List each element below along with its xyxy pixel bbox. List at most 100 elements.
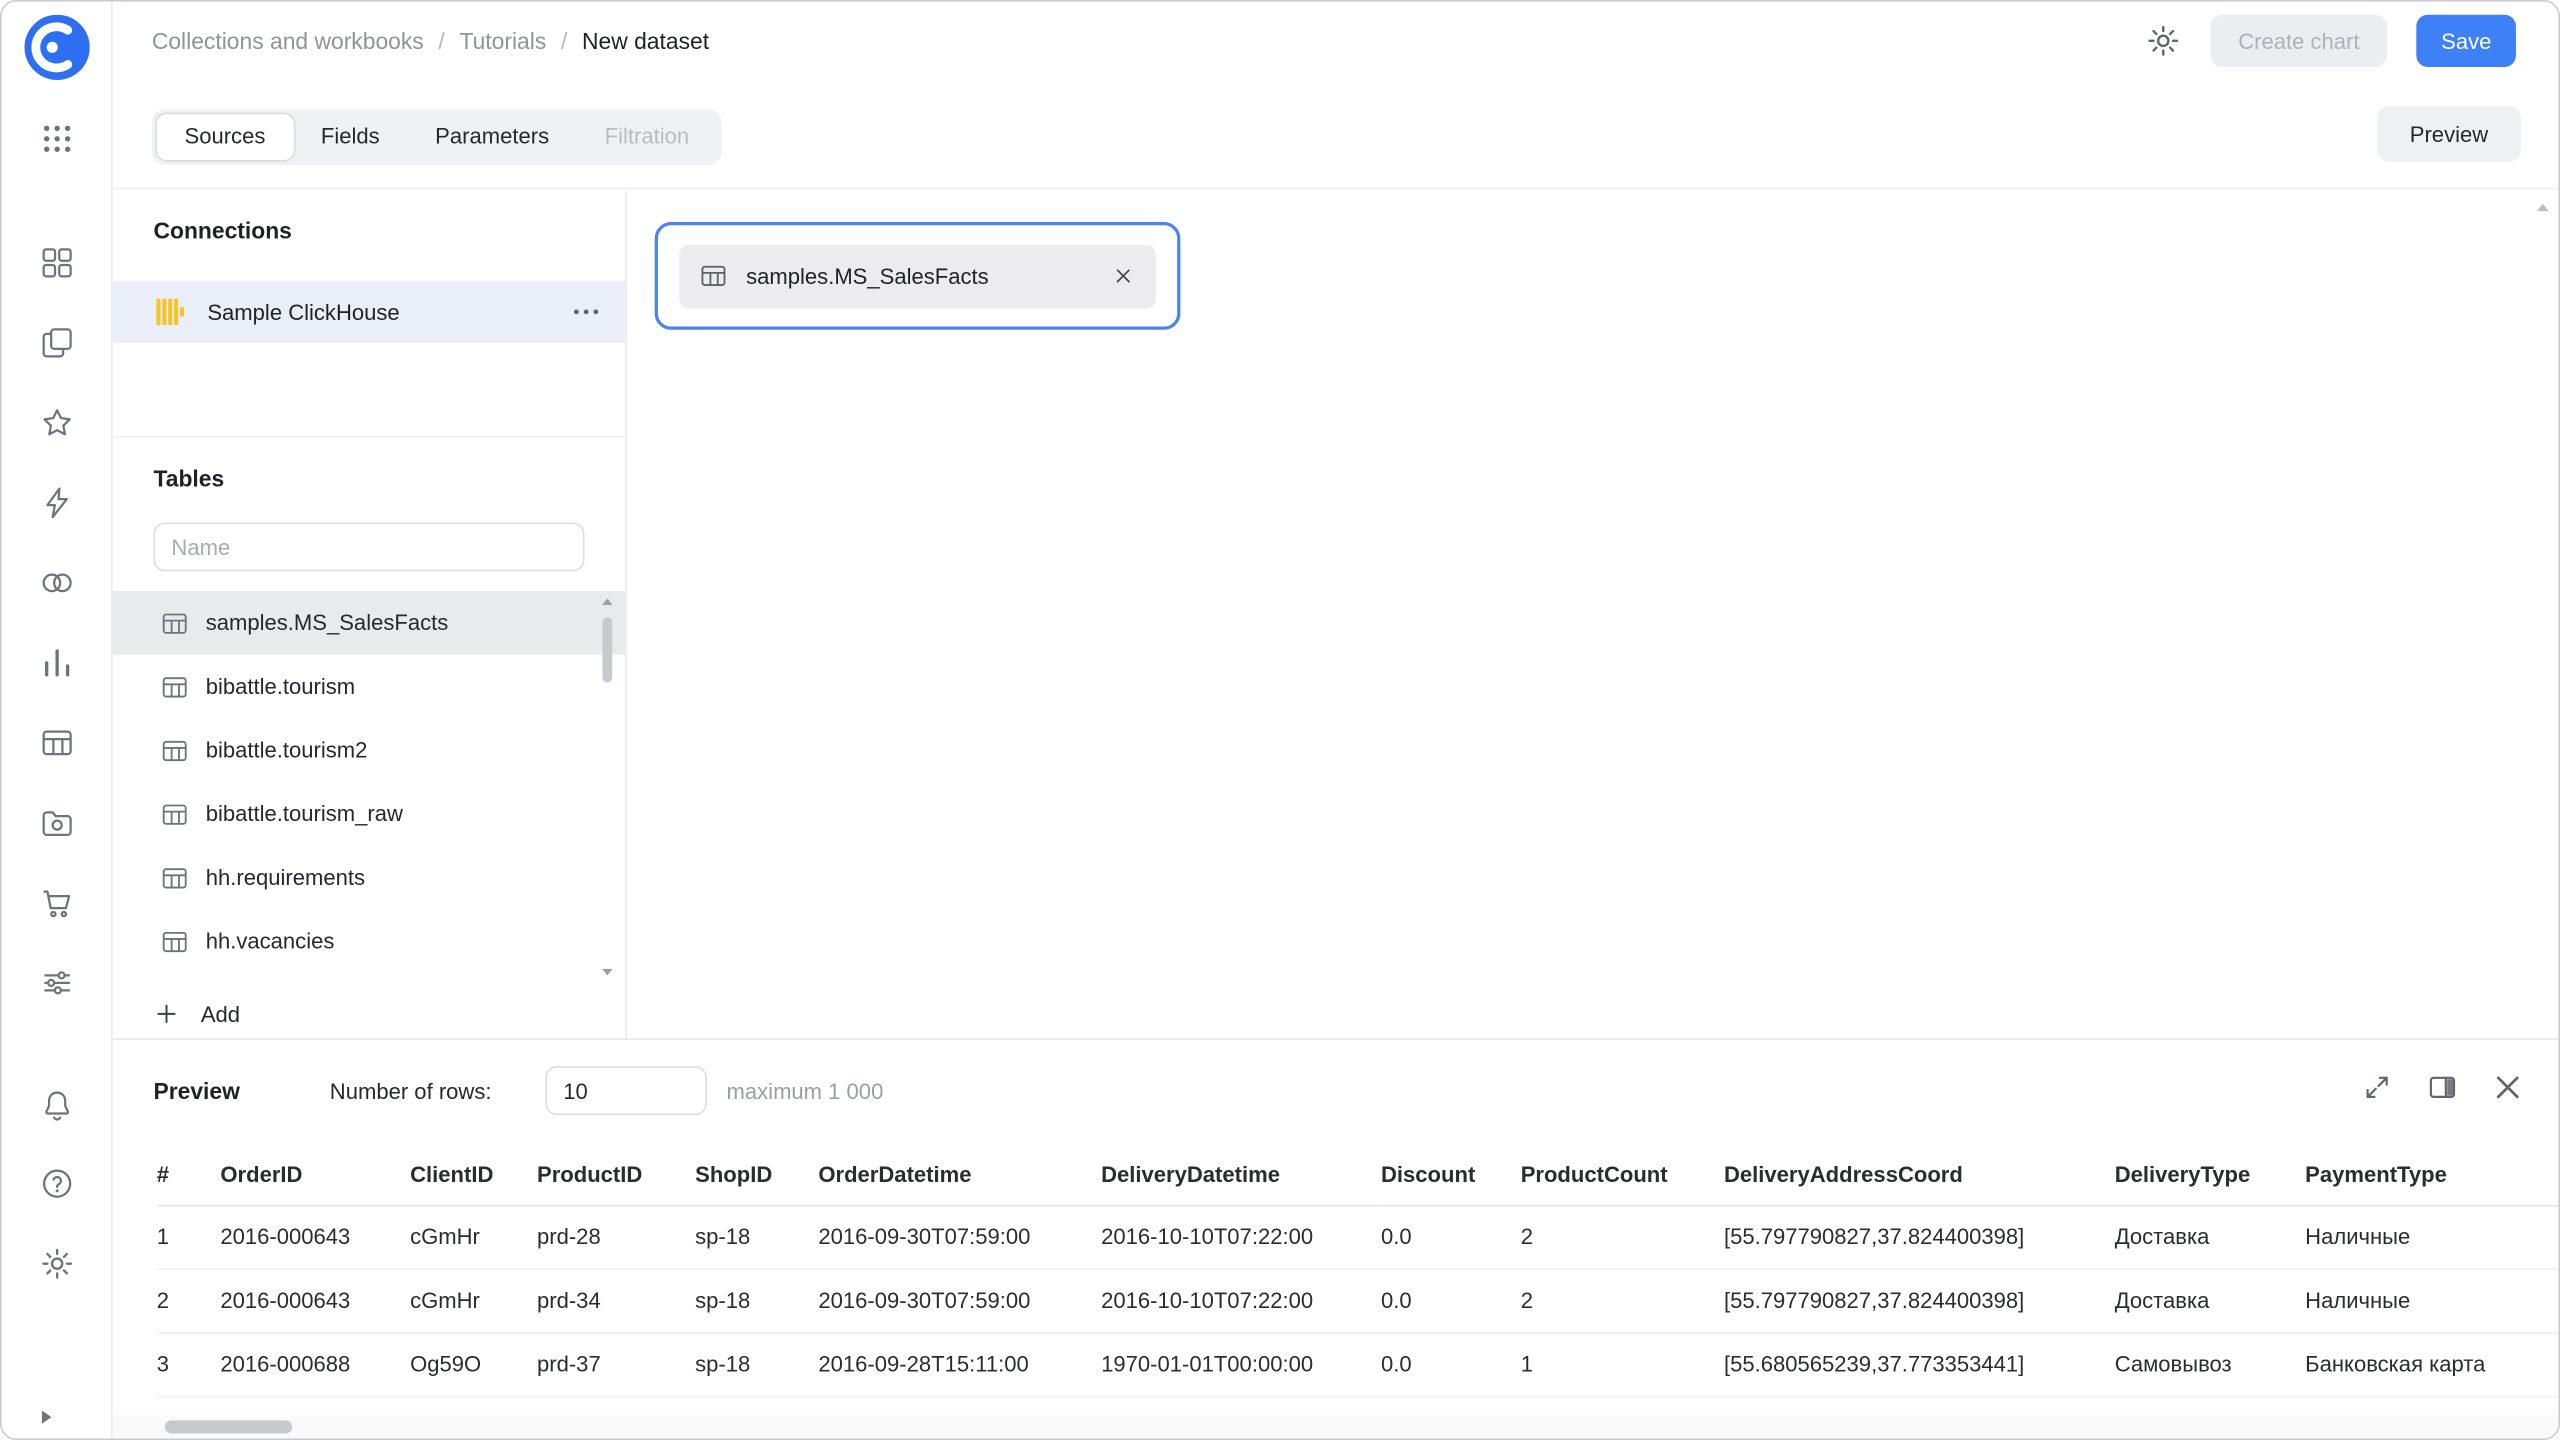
- horizontal-scrollbar[interactable]: [113, 1416, 2559, 1439]
- tabs-bar: Sources Fields Parameters Filtration Pre…: [113, 80, 2559, 189]
- table-cell: 2016-000643: [220, 1205, 410, 1269]
- table-cell: 2016-10-10T07:22:00: [1101, 1205, 1381, 1269]
- table-icon: [699, 261, 728, 290]
- table-cell: 2016-09-28T15:11:00: [818, 1332, 1101, 1396]
- table-cell: prd-37: [537, 1332, 695, 1396]
- number-of-rows-label: Number of rows:: [330, 1079, 492, 1103]
- table-row: 2 2016-000643 cGmHr prd-34 sp-18 2016-09…: [157, 1269, 2559, 1333]
- column-header: PaymentType: [2305, 1144, 2558, 1204]
- breadcrumb-separator: /: [561, 28, 567, 54]
- sources-canvas: samples.MS_SalesFacts: [629, 191, 2559, 1038]
- settings-sliders-icon[interactable]: [39, 965, 75, 1001]
- plus-icon: [153, 1001, 179, 1027]
- preview-table: # OrderID ClientID ProductID ShopID Orde…: [157, 1144, 2559, 1396]
- dataset-settings-gear-icon[interactable]: [2145, 23, 2181, 59]
- column-header: DeliveryDatetime: [1101, 1144, 1381, 1204]
- connection-menu-icon[interactable]: [568, 294, 604, 330]
- services-icon[interactable]: [39, 565, 75, 601]
- table-cell: 2: [1521, 1269, 1724, 1333]
- table-icon: [160, 927, 189, 956]
- breadcrumb: Collections and workbooks / Tutorials / …: [152, 2, 709, 80]
- table-name: samples.MS_SalesFacts: [206, 611, 449, 635]
- table-cell: [55.680565239,37.773353441]: [1724, 1332, 2115, 1396]
- table-name: bibattle.tourism: [206, 674, 355, 698]
- column-header: DeliveryAddressCoord: [1724, 1144, 2115, 1204]
- dataset-tabs: Sources Fields Parameters Filtration: [152, 109, 722, 165]
- table-list-item[interactable]: bibattle.tourism: [113, 655, 626, 719]
- table-cell: 0.0: [1381, 1332, 1521, 1396]
- rows-count-input[interactable]: [545, 1066, 707, 1115]
- scroll-down-icon[interactable]: [601, 965, 614, 978]
- table-row: 3 2016-000688 Og59O prd-37 sp-18 2016-09…: [157, 1332, 2559, 1396]
- save-button[interactable]: Save: [2417, 15, 2516, 67]
- table-cell: Наличные: [2305, 1269, 2558, 1333]
- gear-icon[interactable]: [39, 1246, 75, 1282]
- table-cell: 0.0: [1381, 1269, 1521, 1333]
- split-view-icon[interactable]: [2426, 1071, 2459, 1104]
- scroll-up-icon[interactable]: [601, 596, 614, 609]
- table-cell: sp-18: [695, 1205, 818, 1269]
- collections-icon[interactable]: [39, 325, 75, 361]
- app-window: Collections and workbooks / Tutorials / …: [0, 0, 2560, 1440]
- table-icon: [160, 799, 189, 828]
- table-cell: sp-18: [695, 1332, 818, 1396]
- table-list-item[interactable]: hh.vacancies: [113, 909, 626, 973]
- breadcrumb-tutorials[interactable]: Tutorials: [459, 28, 546, 54]
- help-icon[interactable]: [39, 1166, 75, 1202]
- create-chart-button[interactable]: Create chart: [2210, 15, 2387, 67]
- connection-name: Sample ClickHouse: [207, 300, 399, 324]
- scrollbar-thumb[interactable]: [165, 1420, 292, 1433]
- table-cell: cGmHr: [410, 1269, 537, 1333]
- breadcrumb-separator: /: [438, 28, 444, 54]
- tab-sources[interactable]: Sources: [157, 114, 293, 160]
- breadcrumb-collections[interactable]: Collections and workbooks: [152, 28, 424, 54]
- tab-fields[interactable]: Fields: [293, 114, 407, 160]
- column-header: ProductCount: [1521, 1144, 1724, 1204]
- storage-icon[interactable]: [39, 805, 75, 841]
- table-list-item[interactable]: hh.requirements: [113, 846, 626, 910]
- table-list-item[interactable]: bibattle.tourism2: [113, 718, 626, 782]
- table-name: hh.requirements: [206, 865, 365, 889]
- datalens-logo[interactable]: [24, 15, 89, 80]
- tables-scrollbar[interactable]: [598, 596, 618, 978]
- preview-panel: Preview Number of rows: maximum 1 000 # …: [113, 1038, 2559, 1438]
- table-name: hh.vacancies: [206, 929, 335, 953]
- bell-icon[interactable]: [39, 1087, 75, 1123]
- table-cell: [55.797790827,37.824400398]: [1724, 1269, 2115, 1333]
- table-icon: [160, 608, 189, 637]
- clickhouse-icon: [155, 297, 184, 326]
- max-rows-hint: maximum 1 000: [727, 1079, 884, 1103]
- table-list-item[interactable]: bibattle.tourism_raw: [113, 782, 626, 846]
- charts-icon[interactable]: [39, 645, 75, 681]
- table-icon: [160, 863, 189, 892]
- remove-source-icon[interactable]: [1102, 255, 1144, 297]
- apps-grid-icon[interactable]: [39, 121, 75, 157]
- tab-parameters[interactable]: Parameters: [407, 114, 576, 160]
- close-preview-icon[interactable]: [2491, 1071, 2524, 1104]
- connections-title: Connections: [153, 217, 291, 243]
- preview-toggle-button[interactable]: Preview: [2377, 106, 2521, 162]
- column-header: Discount: [1381, 1144, 1521, 1204]
- marketplace-icon[interactable]: [39, 885, 75, 921]
- column-header: ProductID: [537, 1144, 695, 1204]
- source-chip[interactable]: samples.MS_SalesFacts: [679, 244, 1156, 308]
- add-table-button[interactable]: Add: [153, 989, 240, 1038]
- fullscreen-icon[interactable]: [2361, 1071, 2394, 1104]
- datasets-icon[interactable]: [39, 725, 75, 761]
- favorites-icon[interactable]: [39, 405, 75, 441]
- expand-sidebar-icon[interactable]: [34, 1406, 57, 1429]
- table-list-item-selected[interactable]: samples.MS_SalesFacts: [113, 591, 626, 655]
- top-bar-actions: Create chart Save: [2145, 15, 2516, 67]
- dashboards-icon[interactable]: [39, 245, 75, 281]
- table-cell: 2: [1521, 1205, 1724, 1269]
- tab-filtration[interactable]: Filtration: [577, 114, 717, 160]
- page-scroll-up-icon[interactable]: [2536, 201, 2551, 216]
- table-cell: Самовывоз: [2115, 1332, 2305, 1396]
- source-chip-selection-ring: samples.MS_SalesFacts: [655, 222, 1181, 330]
- table-search-input[interactable]: [153, 522, 584, 571]
- table-cell: prd-34: [537, 1269, 695, 1333]
- scrollbar-thumb[interactable]: [602, 617, 612, 682]
- table-cell: 2016-000643: [220, 1269, 410, 1333]
- connection-item-sample-clickhouse[interactable]: Sample ClickHouse: [113, 281, 626, 343]
- connections-icon[interactable]: [39, 485, 75, 521]
